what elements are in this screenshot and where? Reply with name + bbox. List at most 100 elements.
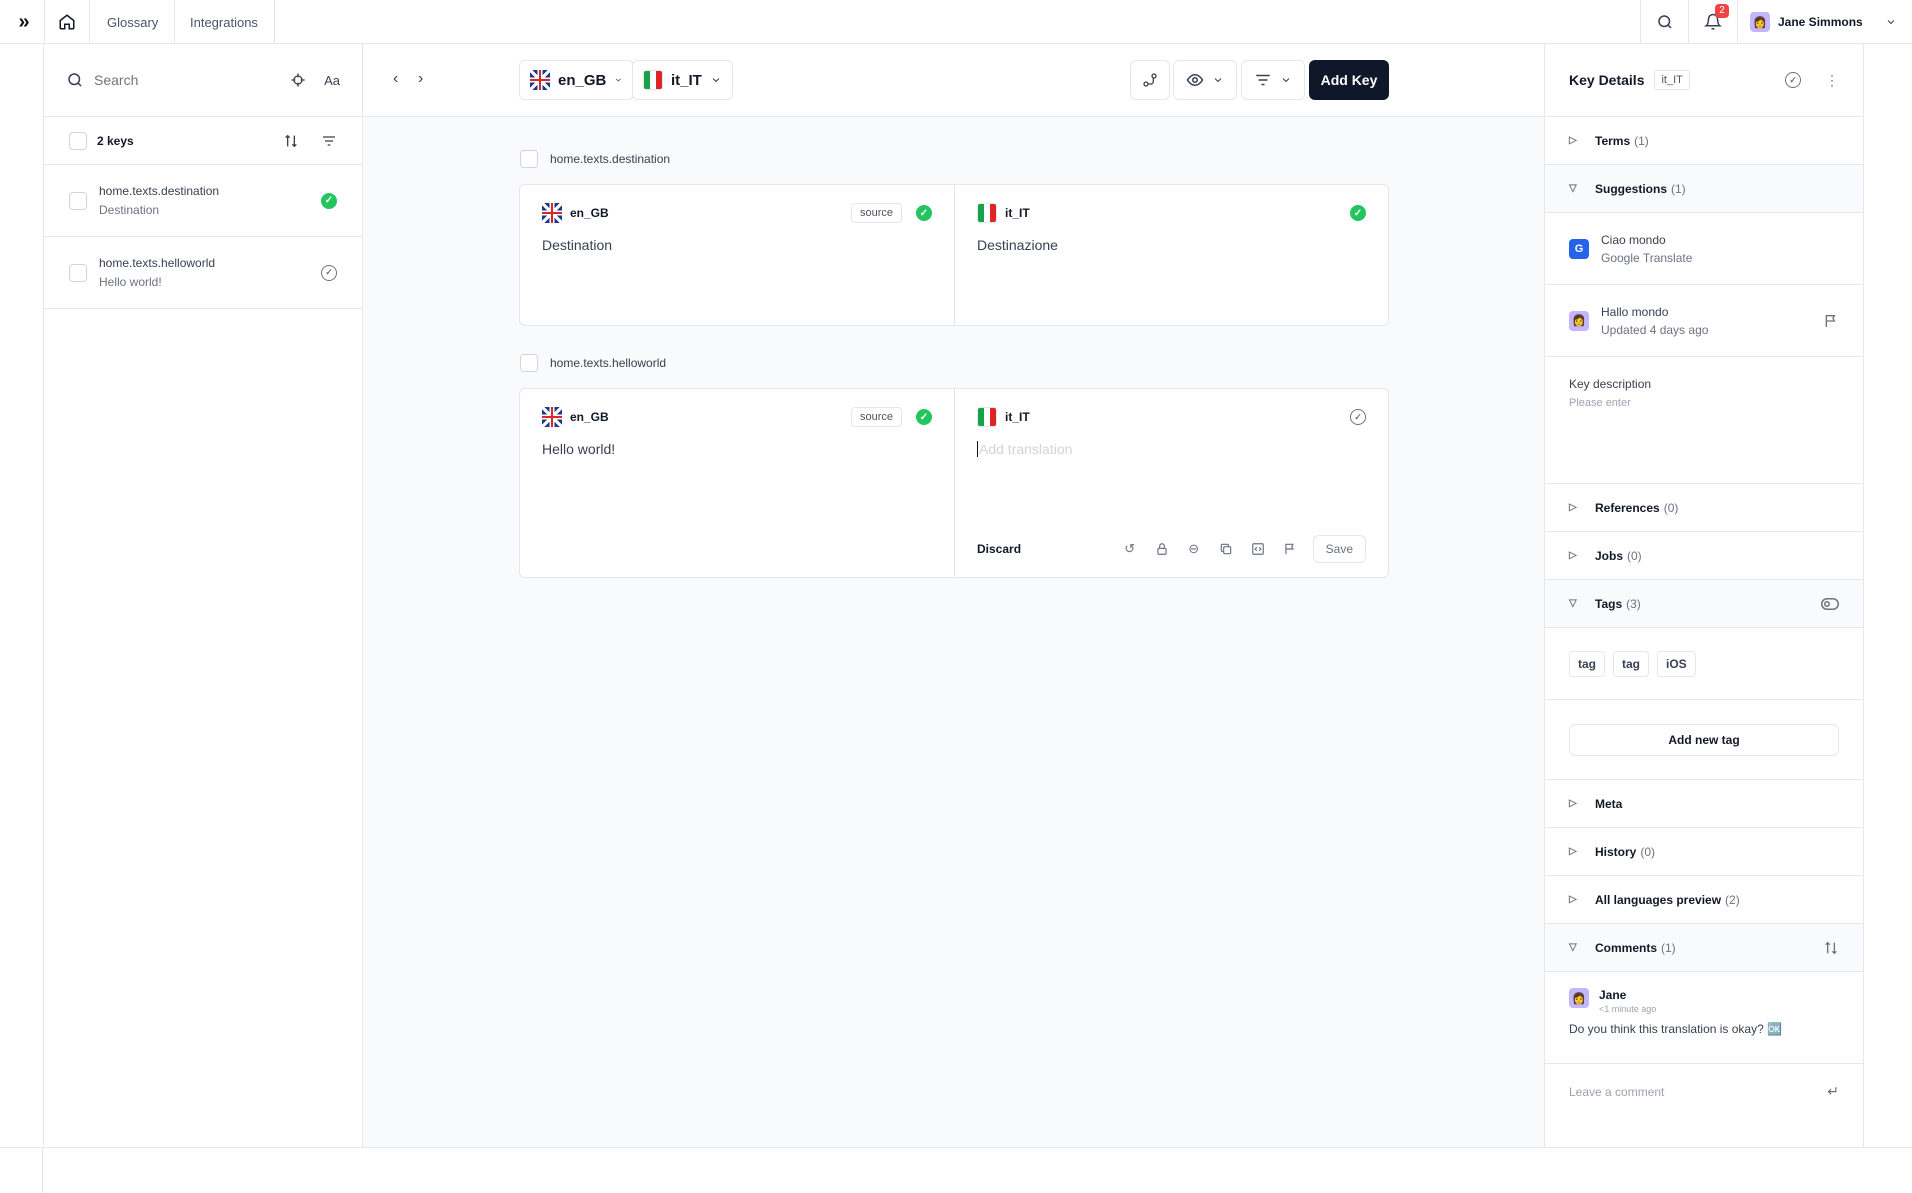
google-translate-icon: G <box>1569 238 1589 259</box>
caret-right-icon: ▷ <box>1569 550 1577 561</box>
avatar: 👩 <box>1569 310 1589 331</box>
source-badge: source <box>850 407 902 427</box>
add-tag-row: Add new tag <box>1545 700 1863 780</box>
key-checkbox[interactable] <box>69 191 87 210</box>
suggestion-item[interactable]: 👩 Hallo mondo Updated 4 days ago <box>1545 285 1863 357</box>
notifications-button[interactable]: 2 <box>1688 0 1737 44</box>
more-vertical-icon[interactable]: ⋮ <box>1825 72 1839 89</box>
section-all-languages[interactable]: ▷ All languages preview (2) <box>1545 876 1863 924</box>
lock-icon[interactable] <box>1153 540 1171 558</box>
caret-right-icon: ▷ <box>1569 135 1577 146</box>
discard-button[interactable]: Discard <box>977 542 1107 556</box>
crosshair-icon[interactable] <box>290 72 306 88</box>
section-label: Suggestions <box>1595 181 1668 196</box>
toggle-visibility-icon[interactable] <box>1821 597 1839 611</box>
caret-right-icon: ▷ <box>1569 502 1577 513</box>
target-cell[interactable]: it_IT ✓ Destinazione <box>954 185 1388 325</box>
key-name: home.texts.destination <box>99 184 220 198</box>
key-checkbox[interactable] <box>69 263 87 282</box>
key-checkbox[interactable] <box>520 150 538 168</box>
tag-chip[interactable]: tag <box>1613 650 1649 677</box>
nav-tab-glossary[interactable]: Glossary <box>91 0 176 44</box>
workflow-icon <box>1143 73 1157 87</box>
code-icon[interactable] <box>1249 540 1267 558</box>
check-circle-filled-icon: ✓ <box>916 205 932 221</box>
copy-icon[interactable] <box>1217 540 1235 558</box>
translation-input[interactable]: Add translation <box>977 441 1366 457</box>
sort-icon[interactable] <box>283 133 299 149</box>
sort-icon[interactable] <box>1823 940 1839 956</box>
flag-icon[interactable] <box>1823 313 1839 329</box>
comment-placeholder: Leave a comment <box>1569 1084 1665 1099</box>
suggestion-item[interactable]: G Ciao mondo Google Translate <box>1545 213 1863 285</box>
filter-icon <box>1256 74 1270 86</box>
source-cell[interactable]: en_GB source ✓ Hello world! <box>520 389 954 577</box>
check-circle-outline-icon[interactable]: ✓ <box>1785 72 1801 88</box>
save-button[interactable]: Save <box>1312 535 1366 563</box>
section-label: Jobs <box>1595 548 1624 563</box>
tag-chip[interactable]: tag <box>1569 650 1605 677</box>
add-key-button[interactable]: Add Key <box>1309 60 1389 100</box>
comment-item: 👩 Jane <1 minute ago Do you think this t… <box>1545 972 1863 1064</box>
keys-list-header: 2 keys <box>44 117 362 165</box>
cell-language: it_IT <box>1005 410 1030 424</box>
section-meta[interactable]: ▷ Meta <box>1545 780 1863 828</box>
filter-options-button[interactable] <box>1241 60 1305 100</box>
nav-tab-integrations[interactable]: Integrations <box>174 0 275 44</box>
cell-language: en_GB <box>570 206 609 220</box>
select-all-checkbox[interactable] <box>69 131 87 150</box>
section-references[interactable]: ▷ References (0) <box>1545 484 1863 532</box>
source-cell[interactable]: en_GB source ✓ Destination <box>520 185 954 325</box>
notifications-badge: 2 <box>1715 4 1729 18</box>
app-logo[interactable]: » <box>0 0 44 44</box>
history-icon[interactable]: ↺ <box>1121 540 1139 558</box>
bottom-bar <box>0 1147 1912 1193</box>
minus-circle-icon[interactable]: ⊖ <box>1185 540 1203 558</box>
key-checkbox[interactable] <box>520 354 538 372</box>
section-jobs[interactable]: ▷ Jobs (0) <box>1545 532 1863 580</box>
chevron-down-icon <box>712 78 720 83</box>
target-cell[interactable]: it_IT ✓ Add translation Discard ↺ ⊖ Save <box>954 389 1388 577</box>
check-circle-filled-icon: ✓ <box>916 409 932 425</box>
filter-icon[interactable] <box>321 133 337 149</box>
section-history[interactable]: ▷ History (0) <box>1545 828 1863 876</box>
translation-card: en_GB source ✓ Hello world! it_IT ✓ Add … <box>519 388 1389 578</box>
section-suggestions[interactable]: ▽ Suggestions (1) <box>1545 165 1863 213</box>
key-details-header: Key Details it_IT ✓ ⋮ <box>1545 44 1863 117</box>
section-count: (1) <box>1634 133 1649 148</box>
global-search-button[interactable] <box>1640 0 1688 44</box>
key-name: home.texts.helloworld <box>99 256 216 270</box>
user-menu[interactable]: 👩 Jane Simmons <box>1737 0 1912 44</box>
tag-chip-ios[interactable]: iOS <box>1657 650 1696 677</box>
list-item[interactable]: home.texts.destination Destination ✓ <box>44 165 362 237</box>
target-language-select[interactable]: it_IT <box>632 60 733 100</box>
uk-flag-icon <box>530 70 550 90</box>
chevron-left-icon[interactable]: ‹ <box>393 70 398 88</box>
chevron-right-icon[interactable]: › <box>418 70 423 88</box>
search-input[interactable] <box>94 72 281 88</box>
source-language-select[interactable]: en_GB <box>519 60 634 100</box>
comment-input[interactable]: Leave a comment ↵ <box>1545 1064 1863 1119</box>
section-count: (1) <box>1661 940 1676 955</box>
source-badge: source <box>850 203 902 223</box>
flag-icon[interactable] <box>1281 540 1299 558</box>
home-button[interactable] <box>44 0 90 44</box>
list-item[interactable]: home.texts.helloworld Hello world! ✓ <box>44 237 362 309</box>
enter-icon[interactable]: ↵ <box>1827 1083 1839 1100</box>
key-description[interactable]: Key description Please enter <box>1545 357 1863 484</box>
key-value: Hello world! <box>99 275 162 289</box>
check-circle-filled-icon: ✓ <box>1350 205 1366 221</box>
view-options-button[interactable] <box>1173 60 1237 100</box>
cell-language: it_IT <box>1005 206 1030 220</box>
section-comments[interactable]: ▽ Comments (1) <box>1545 924 1863 972</box>
section-terms[interactable]: ▷ Terms (1) <box>1545 117 1863 165</box>
add-tag-button[interactable]: Add new tag <box>1569 723 1839 756</box>
target-text: Destinazione <box>977 237 1058 253</box>
description-input[interactable]: Please enter <box>1569 397 1839 409</box>
match-case-icon[interactable]: Aa <box>324 73 340 88</box>
caret-down-icon: ▽ <box>1569 942 1577 953</box>
section-label: Comments <box>1595 940 1658 955</box>
check-circle-outline-icon[interactable]: ✓ <box>1350 409 1366 425</box>
section-tags[interactable]: ▽ Tags (3) <box>1545 580 1863 628</box>
workflow-button[interactable] <box>1130 60 1170 100</box>
